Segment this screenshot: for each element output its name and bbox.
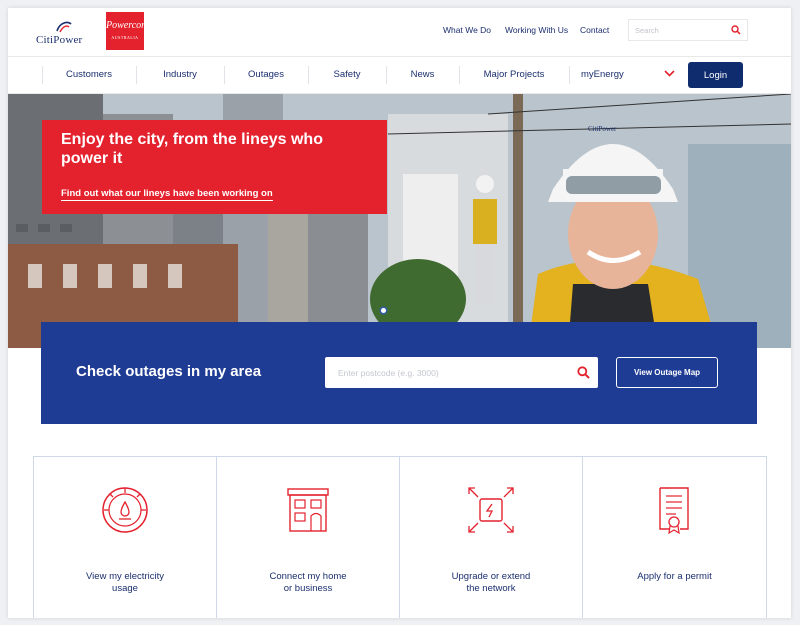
login-button[interactable]: Login xyxy=(688,62,743,88)
tile-apply-permit[interactable]: Apply for a permit xyxy=(582,457,767,618)
tile-electricity-usage[interactable]: View my electricity usage xyxy=(33,457,216,618)
citipower-logo[interactable]: CitiPower xyxy=(36,21,98,46)
network-expand-icon xyxy=(468,487,514,533)
service-tiles: View my electricity usage Connect my hom… xyxy=(33,456,767,618)
outage-title: Check outages in my area xyxy=(76,363,262,380)
carousel-dot-active[interactable] xyxy=(381,308,386,313)
tile-label-line2: or business xyxy=(283,583,333,594)
gauge-icon xyxy=(102,487,148,533)
tile-label-line1: Upgrade or extend xyxy=(451,571,531,582)
carousel-indicators xyxy=(378,300,389,318)
tile-upgrade-network[interactable]: Upgrade or extend the network xyxy=(399,457,582,618)
tile-label-line2: usage xyxy=(112,583,138,594)
nav-divider xyxy=(569,66,570,84)
nav-item-major-projects[interactable]: Major Projects xyxy=(459,57,569,93)
tile-label-line2: the network xyxy=(466,583,516,594)
nav-item-myenergy[interactable]: myEnergy xyxy=(581,57,631,93)
hero-headline: Enjoy the city, from the lineys who powe… xyxy=(61,131,323,167)
page: CitiPower Powercor AUSTRALIA What We Do … xyxy=(8,8,791,618)
tile-label-line1: Connect my home xyxy=(269,571,347,582)
top-link-contact[interactable]: Contact xyxy=(580,25,609,35)
hero-promo-box: Enjoy the city, from the lineys who powe… xyxy=(42,120,387,214)
permit-certificate-icon xyxy=(659,487,689,535)
tile-label-line1: View my electricity xyxy=(86,571,164,582)
view-outage-map-button[interactable]: View Outage Map xyxy=(616,357,718,388)
nav-item-outages[interactable]: Outages xyxy=(224,57,308,93)
tile-label: Connect my home or business xyxy=(217,571,399,595)
tile-label-line1: Apply for a permit xyxy=(637,571,712,582)
powercor-logo[interactable]: Powercor AUSTRALIA xyxy=(106,12,146,50)
powercor-logo-subtext: AUSTRALIA xyxy=(111,35,139,40)
citipower-logo-text: CitiPower xyxy=(36,34,83,46)
nav-item-safety[interactable]: Safety xyxy=(308,57,386,93)
search-input[interactable] xyxy=(629,21,725,40)
hero-link[interactable]: Find out what our lineys have been worki… xyxy=(61,188,273,201)
nav-item-industry[interactable]: Industry xyxy=(136,57,224,93)
outage-check-panel: Check outages in my area View Outage Map xyxy=(41,322,757,424)
site-search xyxy=(628,19,748,41)
nav-item-news[interactable]: News xyxy=(386,57,459,93)
top-bar: CitiPower Powercor AUSTRALIA What We Do … xyxy=(8,8,791,56)
citipower-swoosh-icon xyxy=(56,21,72,33)
powercor-logo-text: Powercor xyxy=(106,20,146,31)
nav-item-customers[interactable]: Customers xyxy=(42,57,136,93)
tile-label: View my electricity usage xyxy=(34,571,216,595)
house-icon xyxy=(287,488,329,532)
postcode-search xyxy=(325,357,598,388)
hero-banner: CitiPower Enjoy the city, from the liney… xyxy=(8,94,791,348)
helmet-logo-text: CitiPower xyxy=(588,125,617,133)
top-link-working-with-us[interactable]: Working With Us xyxy=(505,25,568,35)
search-icon[interactable] xyxy=(577,366,590,379)
tile-label: Upgrade or extend the network xyxy=(400,571,582,595)
main-nav: Customers Industry Outages Safety News M… xyxy=(8,56,791,94)
tile-connect-home[interactable]: Connect my home or business xyxy=(216,457,399,618)
chevron-down-icon[interactable] xyxy=(664,70,675,77)
postcode-input[interactable] xyxy=(325,357,568,388)
search-icon[interactable] xyxy=(731,25,741,35)
tile-label: Apply for a permit xyxy=(583,571,766,583)
top-link-what-we-do[interactable]: What We Do xyxy=(443,25,491,35)
